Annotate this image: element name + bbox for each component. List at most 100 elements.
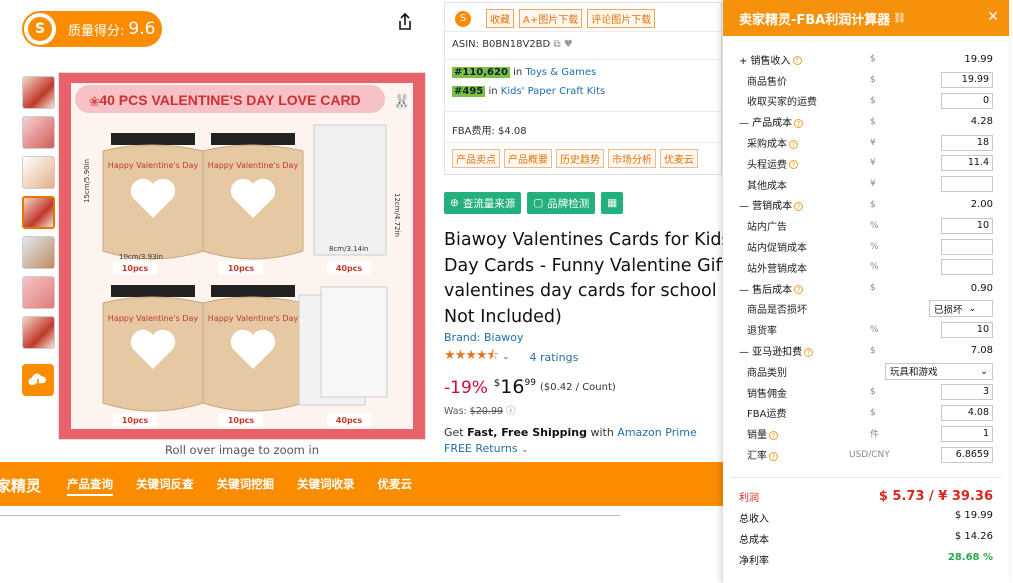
calc-label: 商品类别 (747, 367, 787, 379)
rank-badge: #495 (452, 86, 486, 97)
help-icon[interactable]: ? (769, 451, 778, 461)
help-icon[interactable]: ? (792, 56, 802, 66)
calc-input-row: 站内促销成本% (739, 236, 993, 257)
help-icon[interactable]: ? (794, 201, 804, 211)
seller-sprite-nav-bar: 家精灵 产品查询 关键词反查 关键词挖掘 关键词收录 优麦云 (0, 462, 723, 506)
link-icon[interactable]: ⛓ (893, 13, 906, 24)
calc-label: — 营销成本 (739, 201, 793, 213)
calc-input-field[interactable]: 0 (941, 92, 993, 109)
calc-select[interactable]: 玩具和游戏 ⌄ (885, 362, 993, 380)
help-icon[interactable]: ? (794, 285, 804, 295)
rank-category-link[interactable]: Toys & Games (525, 67, 596, 78)
close-icon[interactable]: ✕ (987, 9, 999, 25)
thumbnail[interactable] (22, 236, 55, 269)
profit-value: $ 5.73 / ¥ 39.36 (878, 488, 993, 504)
unit-symbol: $ (870, 345, 876, 356)
calc-input-row: 退货率% 10 (739, 319, 993, 340)
product-main-image[interactable]: 40 PCS VALENTINE'S DAY LOVE CARD ❀ 🐰 Hap… (58, 72, 426, 440)
copy-icon[interactable]: ⧉ (553, 39, 560, 50)
star-rating-icon[interactable]: ★★★★⯪ (444, 346, 499, 368)
calc-input-field[interactable]: 4.08 (941, 404, 993, 421)
share-icon[interactable] (394, 11, 416, 33)
traffic-source-button[interactable]: ⊕ 查流量来源 (444, 192, 522, 214)
unit-symbol: % (870, 220, 879, 231)
aplus-download-button[interactable]: A+图片下载 (519, 9, 583, 28)
chevron-down-icon: ⌄ (968, 303, 977, 315)
tab-selling-points[interactable]: 产品卖点 (452, 149, 500, 168)
unit-symbol: 件 (870, 430, 880, 441)
help-icon[interactable]: ? (804, 347, 814, 357)
thumbnail[interactable] (22, 76, 55, 109)
tab-overview[interactable]: 产品概要 (504, 149, 552, 168)
calc-label-wrap: 销量? (747, 426, 778, 441)
calculator-button[interactable]: ▦ (601, 192, 624, 214)
calc-label: 收取买家的运费 (747, 97, 817, 109)
traffic-icon: ⊕ (450, 197, 459, 209)
brand-check-button[interactable]: ▢ 品牌检测 (527, 192, 596, 214)
thumbnail[interactable] (22, 276, 55, 309)
thumbnail[interactable] (22, 156, 55, 189)
svg-text:12cm/4.72in: 12cm/4.72in (393, 193, 401, 237)
rank-row: #110,620 in Toys & Games (452, 67, 597, 78)
help-icon[interactable]: ? (789, 160, 798, 170)
product-illustration: 40 PCS VALENTINE'S DAY LOVE CARD ❀ 🐰 Hap… (71, 83, 413, 429)
calc-input-field[interactable] (941, 176, 993, 193)
seller-sprite-mini-icon: S (455, 10, 471, 27)
svg-text:10pcs: 10pcs (122, 416, 149, 425)
section-total: 4.28 (970, 116, 993, 128)
svg-text:40pcs: 40pcs (336, 264, 363, 273)
calc-select[interactable]: 已损坏 ⌄ (929, 300, 993, 318)
favorite-button[interactable]: 收藏 (486, 9, 514, 28)
quality-score-badge[interactable]: S 质量得分: 9.6 (22, 11, 162, 47)
help-icon[interactable]: ? (794, 118, 804, 128)
calc-input-field[interactable]: 19.99 (941, 72, 993, 89)
calc-input-field[interactable] (941, 259, 993, 276)
jar-card: Happy Valentine's Day (102, 285, 204, 412)
tab-keyword-reverse[interactable]: 关键词反查 (136, 476, 194, 496)
thumbnail[interactable] (22, 116, 55, 149)
help-icon[interactable]: ? (769, 430, 778, 440)
profit-label: 利润 (739, 492, 759, 504)
brand-link[interactable]: Brand: Biawoy (444, 331, 524, 344)
calc-input-field[interactable]: 18 (941, 134, 993, 151)
calc-label: — 产品成本 (739, 118, 793, 130)
tab-history-trend[interactable]: 历史趋势 (556, 149, 604, 168)
calc-label-wrap: + 销售收入? (739, 52, 802, 67)
thumbnail-active[interactable] (22, 196, 55, 229)
calc-input-field[interactable]: 10 (941, 321, 993, 338)
calc-input-field[interactable]: 11.4 (941, 155, 993, 172)
tab-market-analysis[interactable]: 市场分析 (608, 149, 656, 168)
table-header-cut (0, 510, 723, 520)
tab-product-query[interactable]: 产品查询 (67, 476, 113, 496)
ratings-count-link[interactable]: 4 ratings (529, 351, 578, 364)
calc-input-field[interactable]: 6.8659 (941, 446, 993, 463)
calc-input-field[interactable]: 3 (941, 384, 993, 401)
calc-input-field[interactable]: 10 (941, 217, 993, 234)
cloud-download-button[interactable] (22, 364, 54, 396)
price-fraction: 99 (524, 378, 536, 388)
review-images-download-button[interactable]: 评论图片下载 (587, 9, 656, 28)
calc-input-field[interactable] (941, 238, 993, 255)
svg-text:❀: ❀ (89, 95, 100, 110)
chevron-down-icon[interactable]: ⌄ (502, 352, 510, 362)
seller-sprite-logo-icon: S (24, 13, 56, 45)
help-icon[interactable]: ? (789, 139, 798, 149)
free-returns-link[interactable]: FREE Returns ⌄ (444, 442, 529, 455)
svg-text:Happy Valentine's Day: Happy Valentine's Day (108, 161, 199, 170)
tab-youmaiyun[interactable]: 优麦云 (660, 149, 698, 168)
thumbnail[interactable] (22, 316, 55, 349)
calc-section-row: + 销售收入? $19.99 (739, 49, 993, 70)
nav-tabs: 产品查询 关键词反查 关键词挖掘 关键词收录 优麦云 (67, 476, 412, 496)
heart-icon[interactable]: ♥ (564, 39, 573, 50)
asin-value[interactable]: B0BN18V2BD (482, 39, 550, 50)
rank-category-link[interactable]: Kids' Paper Craft Kits (501, 86, 605, 97)
tab-keyword-indexing[interactable]: 关键词收录 (297, 476, 355, 496)
tab-youmaiyun[interactable]: 优麦云 (378, 476, 413, 496)
calc-input-field[interactable]: 1 (941, 425, 993, 442)
prime-link[interactable]: Amazon Prime (617, 426, 696, 439)
unit-symbol: % (870, 324, 879, 335)
info-icon[interactable]: ⓘ (506, 406, 516, 417)
summary-row: 总成本 $ 14.26 (739, 531, 993, 546)
product-title[interactable]: Biawoy Valentines Cards for Kids Day Car… (444, 228, 734, 330)
tab-keyword-mining[interactable]: 关键词挖掘 (217, 476, 275, 496)
